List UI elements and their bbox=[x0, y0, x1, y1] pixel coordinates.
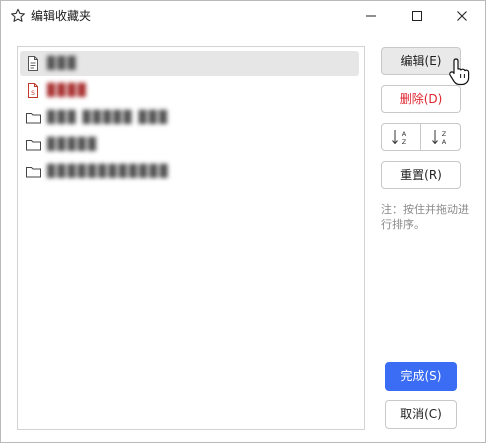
sort-ascending-button[interactable]: A Z bbox=[382, 124, 421, 150]
sort-descending-button[interactable]: Z A bbox=[421, 124, 460, 150]
folder-icon bbox=[26, 164, 41, 179]
list-item-label: ▉▉▉ ▉▉▉▉▉ ▉▉▉ bbox=[47, 110, 170, 124]
svg-text:S: S bbox=[31, 90, 35, 97]
cancel-button[interactable]: 取消(C) bbox=[385, 400, 457, 429]
list-item[interactable]: ▉▉▉ bbox=[20, 51, 359, 76]
svg-text:A: A bbox=[441, 138, 446, 146]
window-title: 编辑收藏夹 bbox=[31, 9, 92, 23]
maximize-button[interactable] bbox=[394, 1, 440, 31]
list-item[interactable]: S ▉▉▉▉ bbox=[20, 78, 359, 103]
hand-pointer-cursor-icon bbox=[449, 58, 470, 86]
close-icon bbox=[457, 11, 467, 21]
svg-text:Z: Z bbox=[441, 130, 446, 138]
edit-favorites-dialog: 编辑收藏夹 ▉▉▉ S ▉▉▉▉ ▉▉▉ ▉▉▉▉▉ ▉▉▉ ▉▉▉▉▉ ▉▉▉… bbox=[0, 0, 486, 443]
maximize-icon bbox=[412, 11, 422, 21]
list-item[interactable]: ▉▉▉▉▉▉▉▉▉▉▉▉ bbox=[20, 159, 359, 184]
title-bar: 编辑收藏夹 bbox=[1, 1, 485, 31]
close-button[interactable] bbox=[439, 1, 485, 31]
reset-button[interactable]: 重置(R) bbox=[381, 161, 461, 189]
done-button[interactable]: 完成(S) bbox=[385, 362, 457, 391]
svg-text:A: A bbox=[402, 130, 407, 138]
favorites-list[interactable]: ▉▉▉ S ▉▉▉▉ ▉▉▉ ▉▉▉▉▉ ▉▉▉ ▉▉▉▉▉ ▉▉▉▉▉▉▉▉▉… bbox=[17, 46, 365, 430]
sort-button-group: A Z Z A bbox=[381, 123, 461, 151]
minimize-icon bbox=[366, 15, 376, 17]
list-item-label: ▉▉▉▉ bbox=[47, 83, 88, 97]
list-item-label: ▉▉▉▉▉ bbox=[47, 137, 99, 151]
document-icon bbox=[26, 56, 40, 71]
list-item[interactable]: ▉▉▉▉▉ bbox=[20, 132, 359, 157]
minimize-button[interactable] bbox=[348, 1, 394, 31]
sort-z-to-a-icon: Z A bbox=[431, 130, 446, 146]
delete-button[interactable]: 删除(D) bbox=[381, 85, 461, 113]
sort-a-to-z-icon: A Z bbox=[392, 130, 407, 146]
drag-sort-hint: 注：按住并拖动进行排序。 bbox=[381, 203, 469, 231]
pdf-document-icon: S bbox=[26, 83, 40, 98]
folder-icon bbox=[26, 110, 41, 125]
list-item-label: ▉▉▉ bbox=[47, 56, 78, 70]
list-item[interactable]: ▉▉▉ ▉▉▉▉▉ ▉▉▉ bbox=[20, 105, 359, 130]
svg-text:Z: Z bbox=[402, 138, 407, 146]
list-item-label: ▉▉▉▉▉▉▉▉▉▉▉▉ bbox=[47, 164, 170, 178]
star-outline-icon bbox=[10, 8, 26, 24]
folder-icon bbox=[26, 137, 41, 152]
